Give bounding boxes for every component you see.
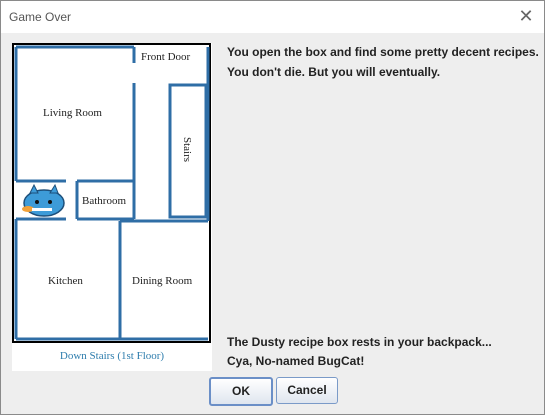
- message-line-4: Cya, No-named BugCat!: [227, 354, 365, 368]
- message-line-2: You don't die. But you will eventually.: [227, 65, 441, 79]
- ok-button[interactable]: OK: [209, 377, 273, 406]
- bathroom-label: Bathroom: [82, 195, 126, 207]
- front-door-label: Front Door: [141, 51, 191, 63]
- down-stairs-link[interactable]: Down Stairs (1st Floor): [12, 350, 212, 362]
- living-room-label: Living Room: [43, 107, 102, 119]
- game-over-dialog: Game Over ✕ Front Door Living Room Stair…: [0, 0, 545, 415]
- kitchen-label: Kitchen: [48, 275, 83, 287]
- close-icon[interactable]: ✕: [516, 6, 536, 26]
- bugcat-icon: [22, 183, 65, 217]
- window-title: Game Over: [9, 10, 72, 24]
- stairs-label: Stairs: [181, 137, 193, 163]
- floor-plan-map: Front Door Living Room Stairs Bathroom K…: [12, 43, 212, 371]
- dining-room-label: Dining Room: [132, 275, 193, 287]
- cancel-button[interactable]: Cancel: [276, 377, 338, 404]
- message-line-1: You open the box and find some pretty de…: [227, 45, 539, 59]
- title-bar: Game Over ✕: [1, 1, 544, 33]
